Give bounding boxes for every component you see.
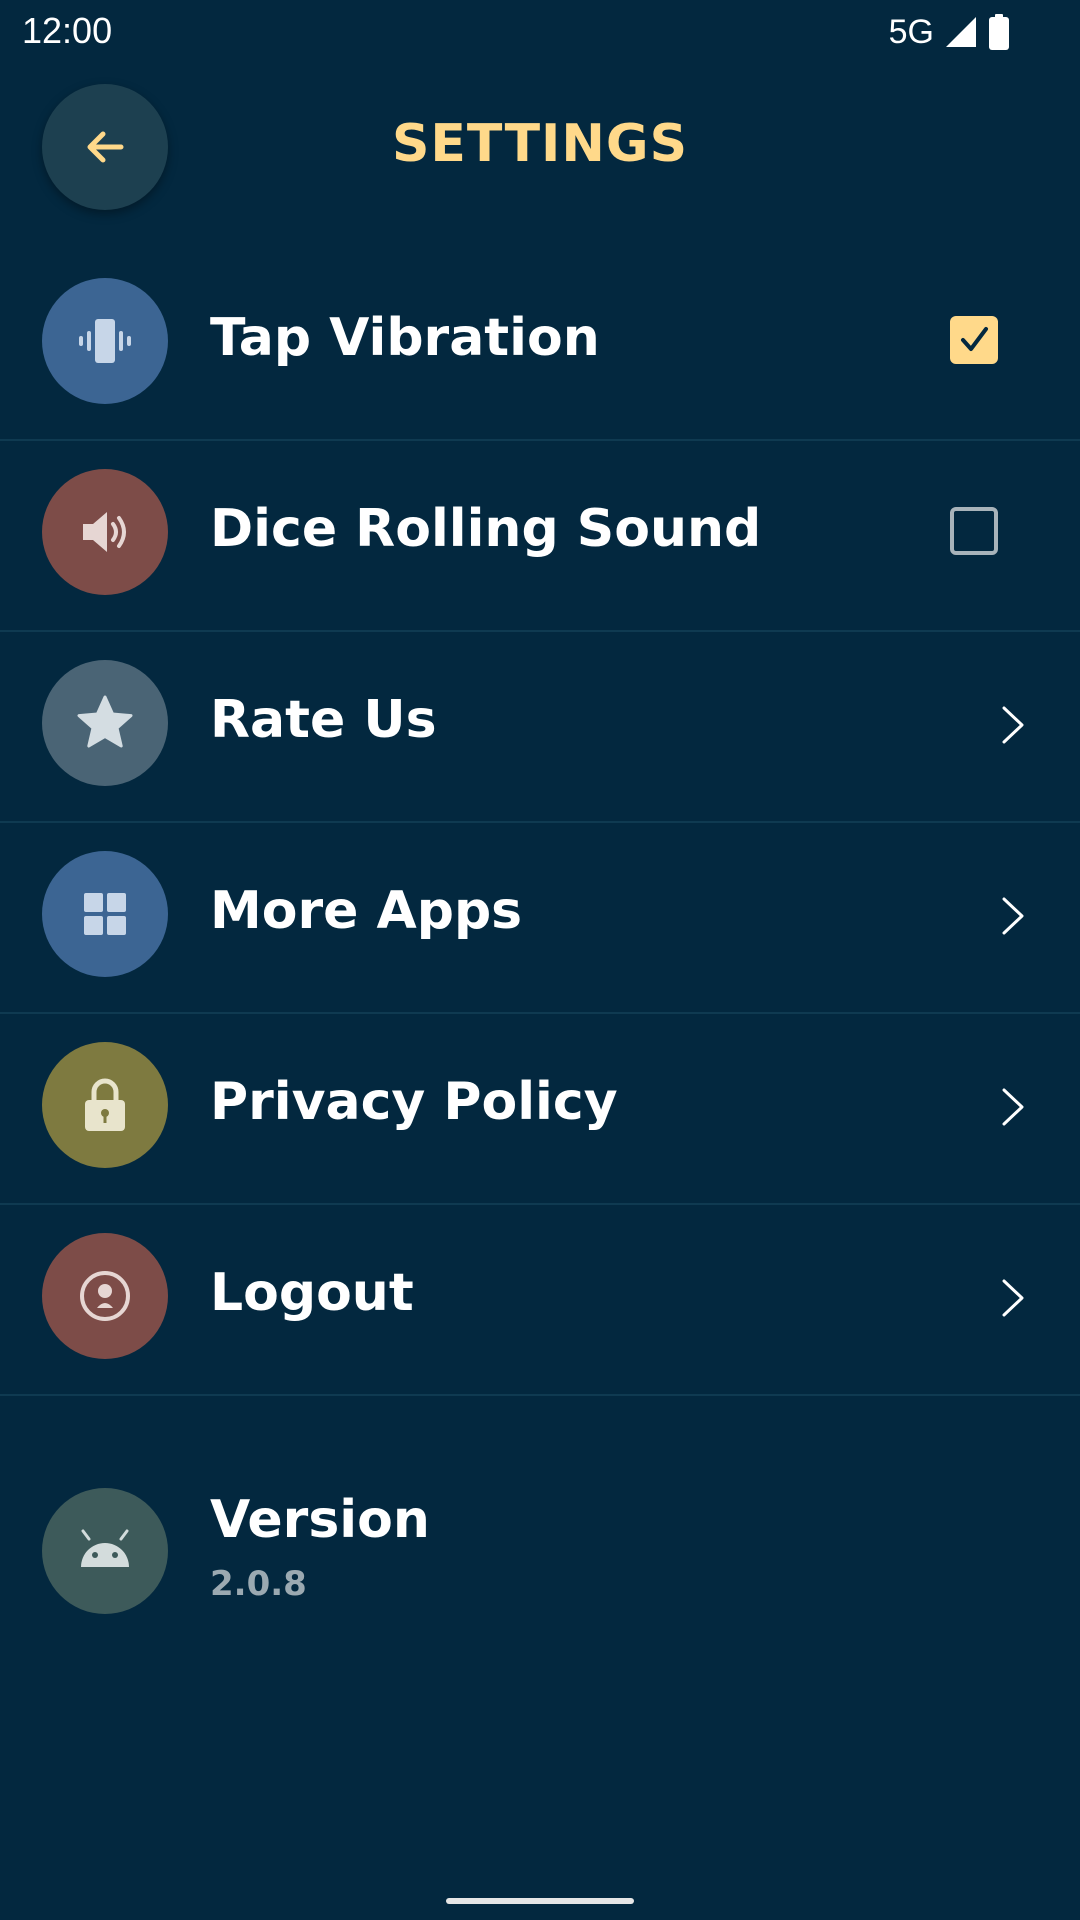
- speaker-icon-circle: [42, 469, 168, 595]
- chevron-right-icon: [1002, 706, 1024, 744]
- account-icon-circle: [42, 1233, 168, 1359]
- setting-label: Privacy Policy: [210, 1072, 618, 1132]
- android-icon-circle: [42, 1488, 168, 1614]
- setting-label: Logout: [210, 1263, 414, 1323]
- setting-version: Version 2.0.8: [0, 1396, 1080, 1626]
- status-time: 12:00: [22, 10, 113, 51]
- setting-label: Tap Vibration: [210, 308, 600, 368]
- signal-icon: [946, 17, 976, 47]
- page-title: SETTINGS: [391, 114, 689, 174]
- setting-label: Dice Rolling Sound: [210, 499, 762, 559]
- account-icon: [80, 1271, 130, 1321]
- status-bar: 12:00 5G: [0, 0, 1080, 64]
- setting-logout[interactable]: Logout: [0, 1205, 1080, 1396]
- speaker-icon: [83, 512, 126, 552]
- version-label: Version: [210, 1490, 430, 1550]
- battery-icon: [989, 14, 1009, 50]
- lock-icon-circle: [42, 1042, 168, 1168]
- dice-sound-checkbox[interactable]: [950, 507, 998, 555]
- vibration-icon-circle: [42, 278, 168, 404]
- star-icon: [77, 695, 133, 748]
- setting-tap-vibration[interactable]: Tap Vibration: [0, 250, 1080, 441]
- network-type: 5G: [888, 12, 934, 51]
- setting-label: More Apps: [210, 881, 523, 941]
- grid-icon: [84, 893, 126, 935]
- android-icon: [81, 1529, 129, 1567]
- star-icon-circle: [42, 660, 168, 786]
- vibration-icon: [79, 319, 131, 363]
- version-value: 2.0.8: [210, 1564, 307, 1604]
- lock-icon: [85, 1078, 125, 1131]
- setting-more-apps[interactable]: More Apps: [0, 823, 1080, 1014]
- setting-dice-rolling-sound[interactable]: Dice Rolling Sound: [0, 441, 1080, 632]
- grid-icon-circle: [42, 851, 168, 977]
- status-icons: 5G: [889, 12, 1010, 52]
- tap-vibration-checkbox[interactable]: [950, 316, 998, 364]
- setting-rate-us[interactable]: Rate Us: [0, 632, 1080, 823]
- setting-label: Rate Us: [210, 690, 437, 750]
- chevron-right-icon: [1002, 1088, 1024, 1126]
- chevron-right-icon: [1002, 897, 1024, 935]
- settings-list: Tap Vibration Dice Rolling Sound Rate Us: [0, 250, 1080, 1626]
- home-indicator[interactable]: [446, 1898, 634, 1904]
- setting-privacy-policy[interactable]: Privacy Policy: [0, 1014, 1080, 1205]
- chevron-right-icon: [1002, 1279, 1024, 1317]
- checkmark-icon: [961, 327, 988, 351]
